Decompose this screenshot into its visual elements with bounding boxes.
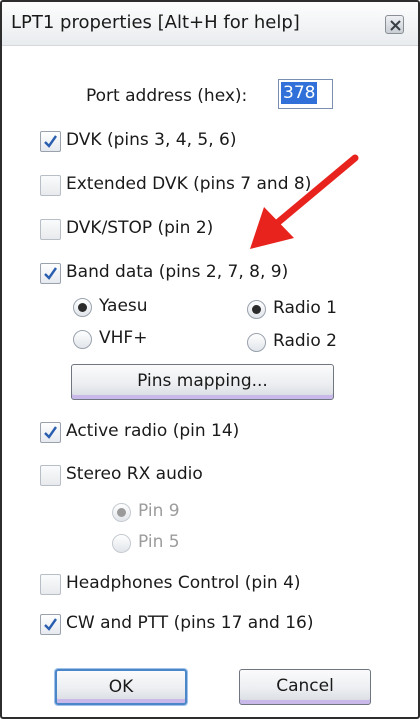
window-title: LPT1 properties [Alt+H for help] bbox=[11, 12, 300, 33]
cw-ptt-label: CW and PTT (pins 17 and 16) bbox=[66, 613, 314, 633]
stereo-rx-audio-checkbox-box[interactable] bbox=[40, 465, 61, 486]
radio-yaesu-label: Yaesu bbox=[99, 296, 148, 316]
lpt1-properties-dialog: LPT1 properties [Alt+H for help] Port ad… bbox=[0, 0, 420, 719]
close-icon bbox=[390, 20, 401, 31]
check-icon bbox=[44, 426, 57, 439]
check-icon bbox=[44, 618, 57, 631]
radio-vhf-button[interactable] bbox=[73, 330, 92, 349]
radio-pin-5-label: Pin 5 bbox=[138, 532, 180, 552]
check-icon bbox=[44, 267, 57, 280]
band-data-label: Band data (pins 2, 7, 8, 9) bbox=[66, 262, 289, 282]
active-radio-checkbox-box[interactable] bbox=[40, 422, 61, 443]
port-address-input[interactable]: 378 bbox=[278, 79, 333, 109]
port-address-value: 378 bbox=[281, 82, 318, 104]
radio-radio-1-button[interactable] bbox=[247, 300, 266, 319]
radio-radio-2-button[interactable] bbox=[247, 333, 266, 352]
dvk-label: DVK (pins 3, 4, 5, 6) bbox=[66, 130, 237, 150]
cancel-button[interactable]: Cancel bbox=[239, 669, 371, 705]
radio-pin-9-button bbox=[112, 503, 131, 522]
radio-radio-2-label: Radio 2 bbox=[273, 331, 337, 351]
ok-button[interactable]: OK bbox=[55, 669, 187, 705]
title-bar: LPT1 properties [Alt+H for help] bbox=[2, 2, 418, 46]
annotation-arrow bbox=[250, 154, 359, 249]
radio-radio-1-label: Radio 1 bbox=[273, 298, 337, 318]
radio-pin-5-button bbox=[112, 534, 131, 553]
cw-ptt-checkbox-box[interactable] bbox=[40, 614, 61, 635]
headphones-control-label: Headphones Control (pin 4) bbox=[66, 573, 301, 593]
pins-mapping-button[interactable]: Pins mapping... bbox=[71, 364, 334, 400]
radio-pin-9-label: Pin 9 bbox=[138, 501, 180, 521]
radio-yaesu-button[interactable] bbox=[73, 298, 92, 317]
check-icon bbox=[44, 135, 57, 148]
dvk-stop-checkbox-box[interactable] bbox=[40, 219, 61, 240]
extended-dvk-checkbox-box[interactable] bbox=[40, 175, 61, 196]
port-address-label: Port address (hex): bbox=[86, 86, 248, 106]
dvk-checkbox-box[interactable] bbox=[40, 131, 61, 152]
dvk-stop-label: DVK/STOP (pin 2) bbox=[66, 218, 214, 238]
band-data-checkbox-box[interactable] bbox=[40, 263, 61, 284]
headphones-control-checkbox-box[interactable] bbox=[40, 574, 61, 595]
close-button[interactable] bbox=[385, 15, 404, 34]
active-radio-label: Active radio (pin 14) bbox=[66, 421, 240, 441]
stereo-rx-audio-label: Stereo RX audio bbox=[66, 464, 203, 484]
radio-vhf-label: VHF+ bbox=[99, 328, 148, 348]
